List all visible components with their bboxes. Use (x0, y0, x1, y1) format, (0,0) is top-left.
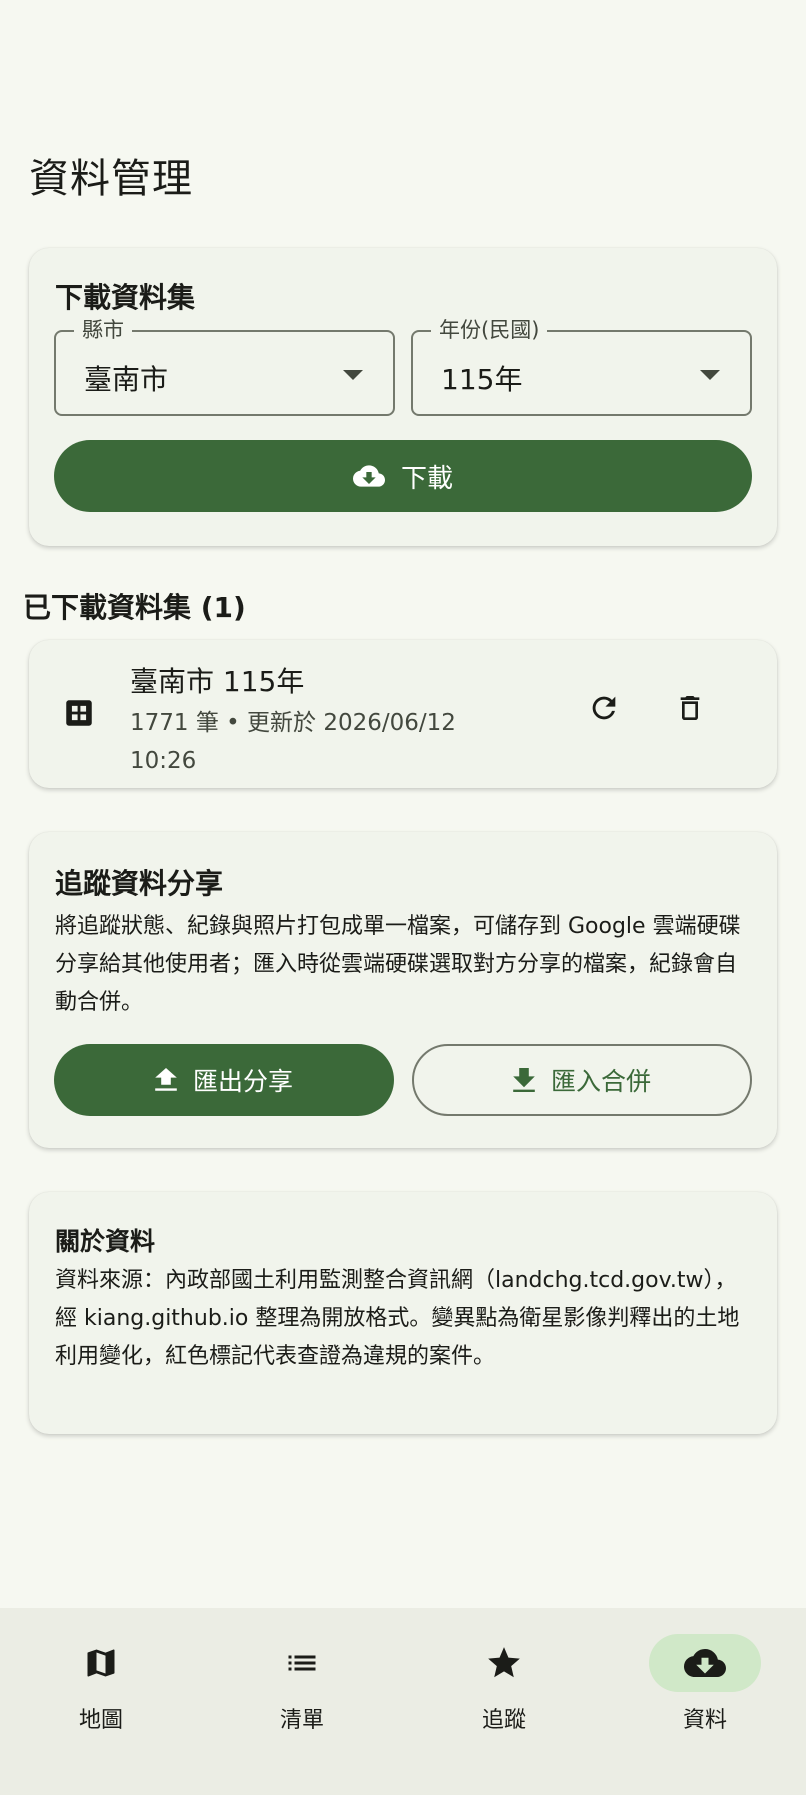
dataset-name: 臺南市 115年 (130, 665, 305, 698)
about-card-text: 資料來源：內政部國土利用監測整合資訊網（landchg.tcd.gov.tw），… (55, 1268, 740, 1369)
download-icon (513, 1068, 535, 1092)
share-card-description: 將追蹤狀態、紀錄與照片打包成單一檔案，可儲存到 Google 雲端硬碟分享給其他… (55, 914, 741, 1015)
refresh-dataset-button[interactable] (580, 684, 628, 732)
map-icon (87, 1649, 115, 1677)
star-icon (488, 1647, 520, 1678)
delete-icon (680, 696, 700, 720)
county-dropdown-label: 縣市 (74, 317, 132, 343)
data-management-screen: 資料管理 下載資料集 縣市 臺南市 年份(民國) 115年 下載 已下載資料集 … (0, 0, 806, 1795)
list-icon (288, 1655, 316, 1671)
year-dropdown-value: 115年 (441, 363, 523, 396)
about-data-card: 關於資料 資料來源：內政部國土利用監測整合資訊網（landchg.tcd.gov… (29, 1192, 777, 1434)
nav-label-list: 清單 (279, 1708, 324, 1733)
download-button[interactable]: 下載 (54, 440, 752, 512)
nav-label-data: 資料 (682, 1708, 727, 1733)
dataset-grid-icon (66, 700, 92, 726)
year-dropdown[interactable]: 年份(民國) 115年 (411, 317, 752, 416)
cloud-download-icon (684, 1649, 726, 1677)
nav-label-map: 地圖 (78, 1708, 123, 1733)
dropdown-arrow-icon (700, 370, 720, 380)
import-merge-button[interactable]: 匯入合併 (412, 1044, 752, 1116)
upload-icon (155, 1068, 177, 1091)
dataset-list-item: 臺南市 115年 1771 筆 • 更新於 2026/06/12 10:26 (29, 640, 777, 788)
nav-item-list[interactable]: 清單 (237, 1634, 367, 1744)
nav-item-data[interactable]: 資料 (640, 1634, 770, 1744)
downloaded-datasets-title: 已下載資料集 (1) (23, 591, 246, 624)
tracking-share-card: 追蹤資料分享 將追蹤狀態、紀錄與照片打包成單一檔案，可儲存到 Google 雲端… (29, 832, 777, 1148)
about-card-heading: 關於資料 (55, 1227, 156, 1256)
download-card-heading: 下載資料集 (55, 281, 196, 314)
county-dropdown-value: 臺南市 (84, 363, 169, 396)
bottom-navigation: 地圖 清單 追蹤 資料 (0, 1608, 806, 1795)
page-title: 資料管理 (29, 156, 193, 202)
year-dropdown-label: 年份(民國) (431, 317, 548, 343)
nav-icon-container (448, 1634, 560, 1692)
download-button-label: 下載 (400, 463, 453, 494)
nav-icon-container (649, 1634, 761, 1692)
export-share-button[interactable]: 匯出分享 (54, 1044, 394, 1116)
county-dropdown[interactable]: 縣市 臺南市 (54, 317, 395, 416)
nav-icon-container (45, 1634, 157, 1692)
refresh-icon (592, 696, 616, 720)
dataset-meta: 1771 筆 • 更新於 2026/06/12 10:26 (130, 710, 456, 774)
export-share-label: 匯出分享 (192, 1067, 293, 1096)
share-card-heading: 追蹤資料分享 (55, 867, 224, 900)
download-dataset-card: 下載資料集 縣市 臺南市 年份(民國) 115年 下載 (29, 248, 777, 546)
nav-item-map[interactable]: 地圖 (36, 1634, 166, 1744)
nav-label-tracking: 追蹤 (481, 1708, 526, 1733)
cloud-download-icon (352, 465, 385, 487)
nav-item-tracking[interactable]: 追蹤 (439, 1634, 569, 1744)
delete-dataset-button[interactable] (666, 684, 714, 732)
dropdown-arrow-icon (343, 370, 363, 380)
import-merge-label: 匯入合併 (550, 1067, 651, 1096)
nav-icon-container (246, 1634, 358, 1692)
